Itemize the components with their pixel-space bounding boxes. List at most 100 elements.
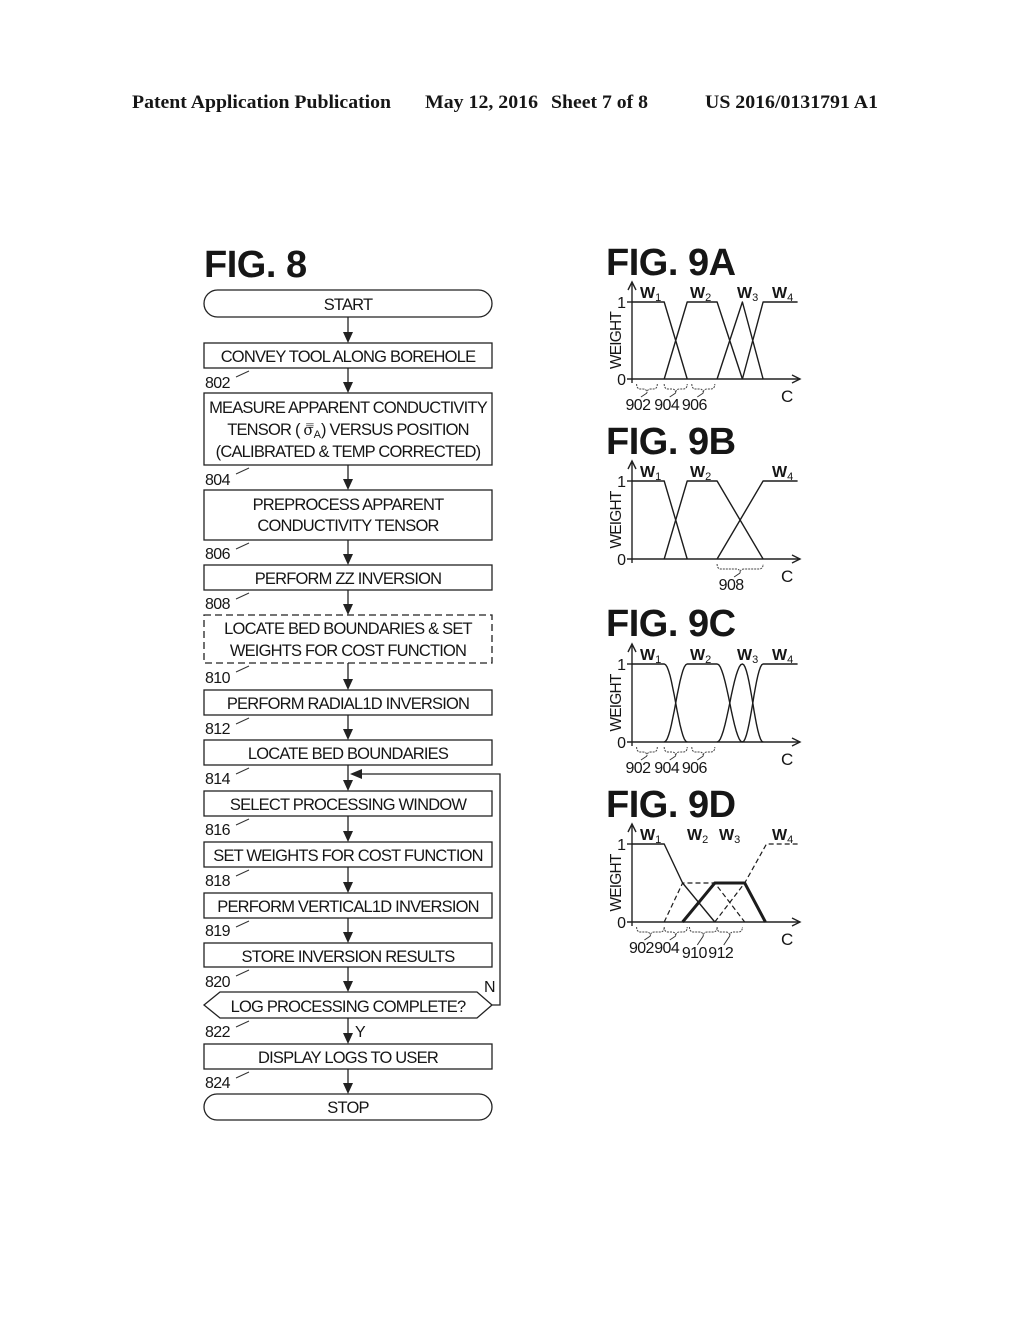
step-819-leader [235, 920, 250, 928]
series-w2-label: W2 [687, 827, 708, 846]
annotation-label: 904 [654, 760, 680, 777]
series-label-base: W [737, 285, 753, 302]
publication-number: US 2016/0131791 A1 [705, 92, 878, 113]
series-w1-label: W1 [640, 827, 661, 846]
series-label-base: W [690, 285, 706, 302]
flow-arrow [343, 317, 353, 343]
annotation-brace [663, 383, 688, 394]
step-810-text-line-1: LOCATE BED BOUNDARIES & SET [224, 620, 472, 638]
arrow-head-icon [343, 554, 353, 565]
step-818-text: SET WEIGHTS FOR COST FUNCTION [213, 847, 483, 865]
arrow-head-icon [343, 382, 353, 393]
series-label-base: W [640, 285, 656, 302]
step-802-text: CONVEY TOOL ALONG BOREHOLE [221, 348, 476, 366]
arrow-head-icon [343, 882, 353, 893]
series-label-subscript: 2 [705, 292, 711, 304]
series-label-base: W [772, 285, 788, 302]
arrow-head-icon [343, 479, 353, 490]
step-810-leader [235, 665, 250, 673]
step-814-ref: 814 [205, 771, 231, 788]
step-816-ref: 816 [205, 822, 231, 839]
y-tick-label: 1 [617, 474, 626, 491]
series-w2-label: W2 [690, 647, 711, 666]
sheet-number: Sheet 7 of 8 [551, 92, 648, 113]
x-axis-label: C [781, 930, 793, 949]
fig-9c-title: FIG. 9C [606, 603, 736, 645]
annotation-label: 906 [682, 760, 708, 777]
fig-9a-chart: FIG. 9A 01WEIGHTCW1 W2 W3 W4902 904 906 [606, 242, 802, 414]
stop-terminal: STOP [203, 1093, 493, 1121]
step-810-text-line-2: WEIGHTS FOR COST FUNCTION [230, 642, 466, 660]
flow-arrow [343, 1069, 353, 1094]
x-axis-label: C [781, 387, 793, 406]
annotation-brace [663, 746, 688, 757]
step-806-ref: 806 [205, 546, 231, 563]
publication-type: Patent Application Publication [132, 92, 391, 113]
step-818-ref: 818 [205, 873, 231, 890]
decision-822-leader [235, 1020, 250, 1028]
annotation-label: 904 [654, 940, 680, 957]
series-label-base: W [719, 827, 735, 844]
series-w2-line [663, 882, 746, 923]
step-802-ref: 802 [205, 375, 231, 392]
fig-9d-title: FIG. 9D [606, 784, 736, 826]
x-axis-label: C [781, 750, 793, 769]
y-tick-label: 1 [617, 295, 626, 312]
series-label-subscript: 3 [752, 292, 758, 304]
step-824-text: DISPLAY LOGS TO USER [258, 1049, 439, 1067]
series-w1-label: W1 [640, 647, 661, 666]
annotation-brace [691, 746, 716, 757]
step-806-leader [235, 542, 250, 550]
y-tick-label: 0 [617, 915, 626, 932]
series-label-subscript: 3 [752, 654, 758, 666]
series-w4-label: W4 [772, 464, 793, 483]
step-816-text: SELECT PROCESSING WINDOW [230, 796, 468, 814]
series-label-subscript: 4 [787, 471, 793, 483]
series-label-base: W [772, 464, 788, 481]
fig-9d-plot: 01WEIGHTCW1 W2 W3 W4902 904 910 912 [608, 822, 802, 962]
step-814-text: LOCATE BED BOUNDARIES [248, 745, 449, 763]
fig-9c-plot: 01WEIGHTCW1 W2 W3 W4902 904 906 [608, 642, 802, 777]
decision-no-label: N [484, 979, 496, 996]
arrow-head-icon [343, 679, 353, 690]
y-tick-label: 1 [617, 657, 626, 674]
step-814-leader [235, 767, 250, 775]
patent-drawing-sheet: Patent Application Publication May 12, 2… [0, 0, 1024, 1320]
x-axis-label: C [781, 567, 793, 586]
step-804-leader [235, 467, 250, 475]
flow-arrow [343, 590, 353, 615]
annotation-label: 912 [708, 945, 734, 962]
series-label-subscript: 4 [787, 834, 793, 846]
fig-9d-chart: FIG. 9D 01WEIGHTCW1 W2 W3 W4902 904 910 912 [606, 784, 802, 962]
arrow-head-icon [343, 332, 353, 343]
step-824-ref: 824 [205, 1075, 231, 1092]
flow-arrow [343, 1018, 353, 1044]
stop-label: STOP [327, 1099, 369, 1117]
annotation-leader [696, 935, 704, 946]
step-808-ref: 808 [205, 596, 231, 613]
series-w1-label: W1 [640, 285, 661, 304]
series-label-subscript: 1 [655, 834, 661, 846]
decision-822-text: LOG PROCESSING COMPLETE? [231, 998, 466, 1016]
series-w1-line [632, 843, 716, 923]
step-804-line-2-suffix: ) VERSUS POSITION [321, 421, 469, 439]
arrow-head-icon [343, 604, 353, 615]
y-tick-label: 0 [617, 372, 626, 389]
y-axis-label: WEIGHT [608, 673, 625, 732]
step-812-ref: 812 [205, 721, 231, 738]
step-812-leader [235, 717, 250, 725]
step-804-text-line-3: (CALIBRATED & TEMP CORRECTED) [216, 443, 481, 461]
series-w4-label: W4 [772, 285, 793, 304]
annotation-brace [636, 926, 665, 937]
y-tick-label: 0 [617, 552, 626, 569]
series-label-subscript: 1 [655, 471, 661, 483]
annotation-brace [636, 383, 658, 394]
conductivity-tensor-symbol: σ̿ [303, 421, 313, 439]
arrow-head-icon [343, 981, 353, 992]
annotation-label: 906 [682, 397, 708, 414]
fig-9c-chart: FIG. 9C 01WEIGHTCW1 W2 W3 W4902 904 906 [606, 603, 802, 777]
series-w4-line [716, 480, 798, 560]
series-label-subscript: 2 [705, 654, 711, 666]
flow-arrow [343, 967, 353, 992]
step-808-text: PERFORM ZZ INVERSION [255, 570, 442, 588]
